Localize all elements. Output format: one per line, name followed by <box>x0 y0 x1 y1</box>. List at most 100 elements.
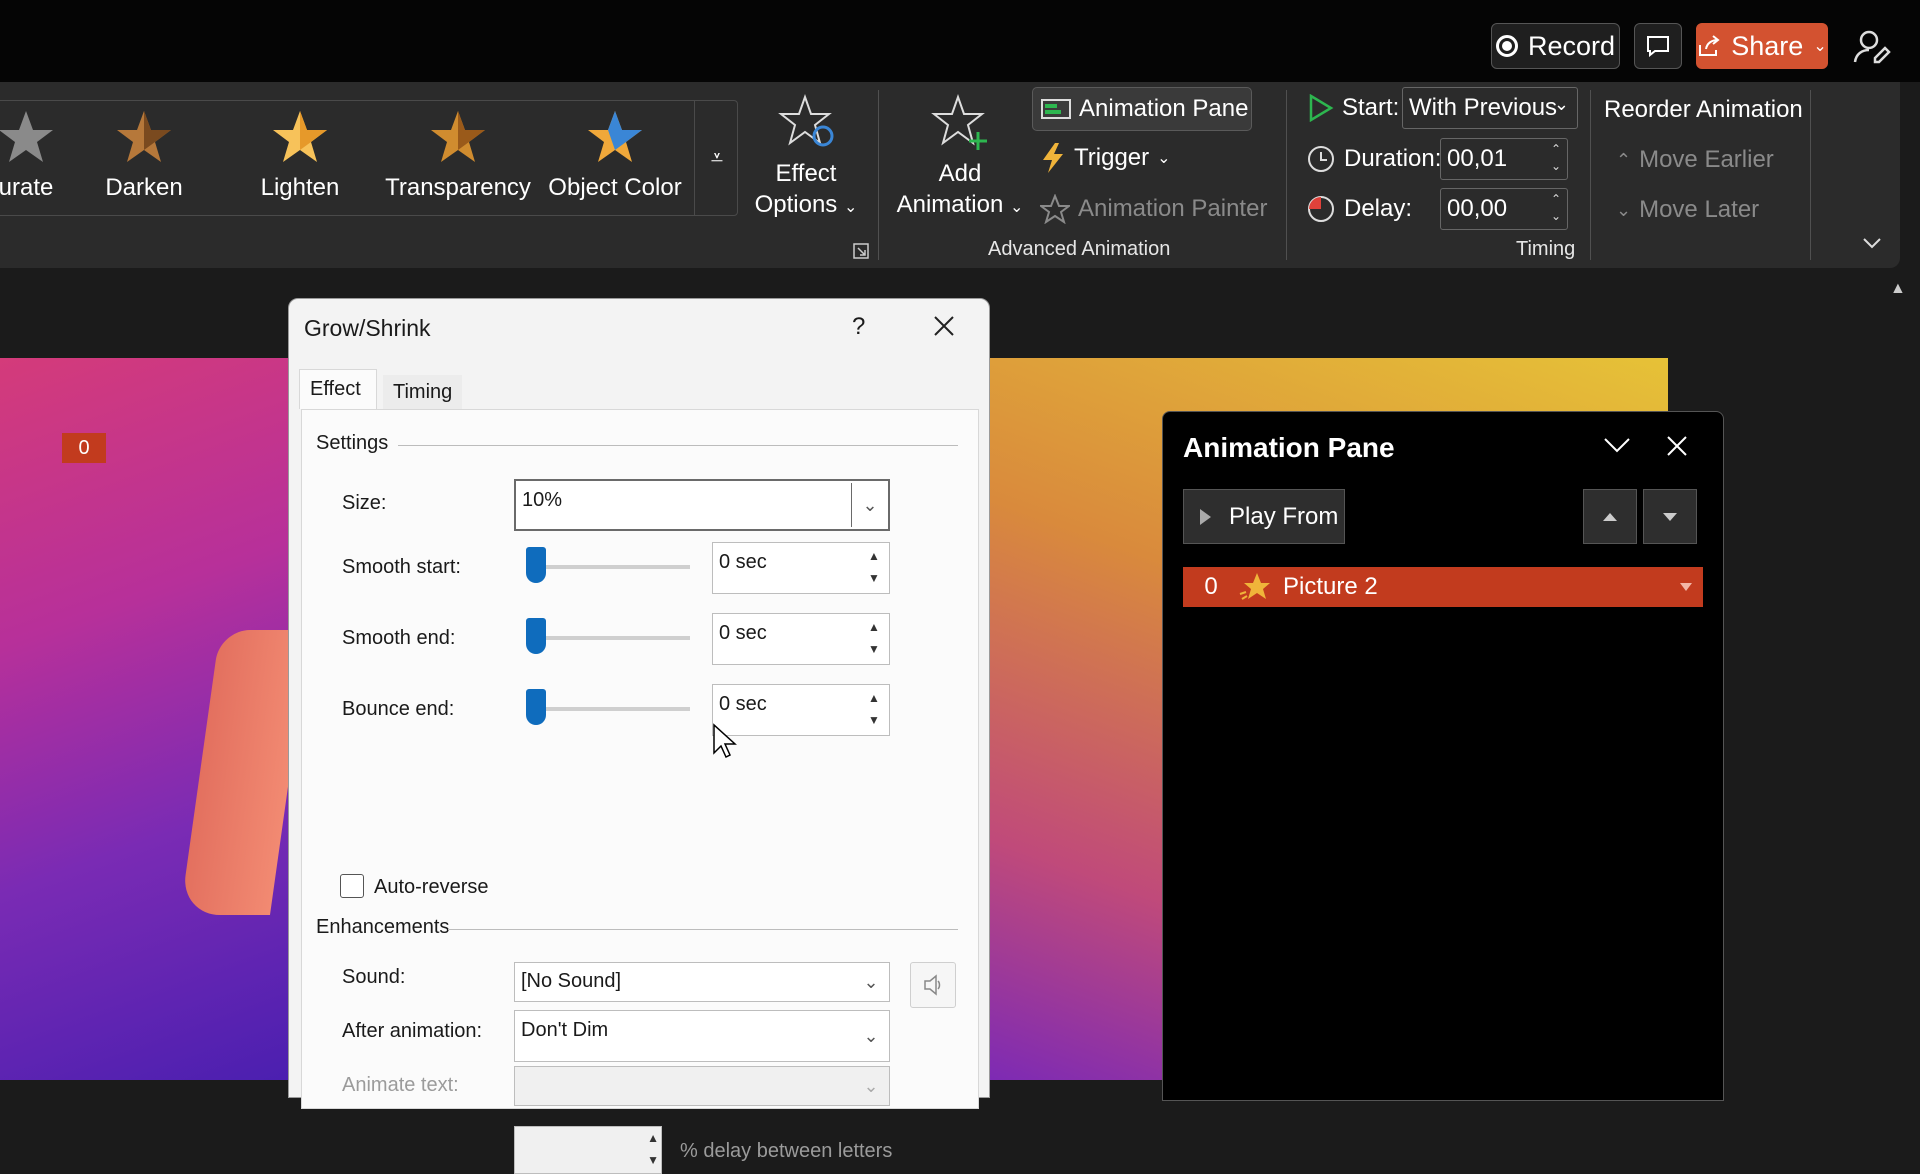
animation-pane: Animation Pane Play From 0 Picture 2 <box>1162 411 1724 1101</box>
add-animation-button[interactable]: Add Animation ⌄ <box>890 158 1030 223</box>
play-from-button[interactable]: Play From <box>1183 489 1345 544</box>
lightning-icon <box>1043 143 1063 173</box>
auto-reverse-checkbox[interactable] <box>340 874 364 898</box>
animation-pane-button[interactable]: Animation Pane <box>1032 87 1252 131</box>
animation-pane-icon <box>1041 99 1071 119</box>
group-label-timing: Timing <box>1516 238 1576 260</box>
delay-between-letters-label: % delay between letters <box>680 1140 893 1162</box>
sound-volume-button[interactable] <box>910 962 956 1008</box>
move-later-button[interactable]: ⌄ Move Later <box>1616 196 1759 224</box>
comments-button[interactable] <box>1634 23 1682 69</box>
gallery-item-label: Lighten <box>260 174 340 201</box>
delay-spinner[interactable]: 00,00 ⌃ ⌄ <box>1440 188 1568 230</box>
start-value: With Previous <box>1409 94 1558 121</box>
tab-effect[interactable]: Effect <box>299 369 377 409</box>
record-label: Record <box>1527 30 1616 61</box>
sound-dropdown[interactable]: [No Sound] ⌄ <box>514 962 890 1002</box>
record-button[interactable]: Record <box>1491 23 1620 69</box>
animation-painter-button[interactable]: Animation Painter <box>1040 194 1267 224</box>
share-icon <box>1699 35 1720 56</box>
sound-value: [No Sound] <box>521 970 622 992</box>
sound-label: Sound: <box>342 966 406 988</box>
chevron-down-icon[interactable]: ⌄ <box>853 963 889 1001</box>
duration-spinner[interactable]: 00,01 ⌃ ⌄ <box>1440 138 1568 180</box>
share-button[interactable]: Share ⌄ <box>1696 23 1828 69</box>
spinner-arrows-icon[interactable]: ⌃ ⌄ <box>1551 191 1561 225</box>
animate-text-dropdown[interactable]: ⌄ <box>514 1066 890 1106</box>
group-divider <box>878 90 879 260</box>
gallery-item-label: Transparency <box>385 174 531 201</box>
bounce-end-slider[interactable] <box>526 689 690 725</box>
gallery-item-transparency[interactable]: Transparency <box>385 108 531 208</box>
spinner-arrows-icon[interactable]: ▲ ▼ <box>647 1127 659 1171</box>
close-icon[interactable] <box>929 311 959 341</box>
move-earlier-button[interactable]: ⌃ Move Earlier <box>1616 146 1774 174</box>
gallery-item-label: Object Color <box>548 174 682 201</box>
dialog-title: Grow/Shrink <box>304 315 431 341</box>
chevron-down-icon[interactable]: ⌄ <box>852 481 888 529</box>
duration-label-group: Duration: <box>1306 144 1441 174</box>
auto-reverse-label: Auto-reverse <box>374 876 489 898</box>
add-animation-label-line2: Animation <box>896 191 1004 218</box>
gallery-item-label: Darken <box>105 174 183 201</box>
animation-pane-label: Animation Pane <box>1079 95 1249 122</box>
more-arrow-icon: ⩡ <box>710 145 724 170</box>
smooth-start-spinner[interactable]: 0 sec ▲ ▼ <box>712 542 890 594</box>
animation-order-tag[interactable]: 0 <box>62 433 106 463</box>
spinner-arrows-icon[interactable]: ▲ ▼ <box>861 545 887 589</box>
dialog-launcher-icon[interactable] <box>853 243 869 259</box>
slider-thumb[interactable] <box>526 547 546 583</box>
move-later-label: Move Later <box>1639 196 1760 223</box>
smooth-end-spinner[interactable]: 0 sec ▲ ▼ <box>712 613 890 665</box>
trigger-button[interactable]: Trigger ⌄ <box>1040 142 1171 174</box>
item-dropdown-icon[interactable] <box>1679 582 1693 592</box>
slider-thumb[interactable] <box>526 689 546 725</box>
trigger-label: Trigger <box>1074 144 1150 171</box>
effect-options-label-line1: Effect <box>775 160 837 187</box>
gallery-more-button[interactable]: ⩡ <box>694 100 739 216</box>
slider-thumb[interactable] <box>526 618 546 654</box>
animation-pane-title: Animation Pane <box>1183 432 1395 463</box>
spinner-arrows-icon[interactable]: ▲ ▼ <box>861 687 887 731</box>
record-icon <box>1495 35 1518 57</box>
spinner-arrows-icon[interactable]: ▲ ▼ <box>861 616 887 660</box>
animation-painter-icon <box>1040 194 1070 224</box>
collapse-ribbon-icon[interactable] <box>1862 236 1882 250</box>
chevron-down-icon[interactable]: ⌄ <box>853 1011 889 1061</box>
group-divider <box>1810 90 1811 260</box>
star-icon <box>588 111 642 162</box>
scroll-up-icon[interactable]: ▲ <box>1890 280 1906 298</box>
triangle-down-icon <box>1663 512 1677 521</box>
smooth-end-label: Smooth end: <box>342 627 456 649</box>
smooth-start-slider[interactable] <box>526 547 690 583</box>
start-dropdown[interactable]: With Previous ⌄ <box>1402 87 1578 129</box>
chevron-down-icon[interactable] <box>1603 436 1631 454</box>
comment-icon <box>1647 36 1669 57</box>
gallery-item-lighten[interactable]: Lighten <box>250 108 350 208</box>
size-dropdown[interactable]: 10% ⌄ <box>514 479 890 531</box>
effect-options-button[interactable]: Effect Options ⌄ <box>742 158 870 223</box>
add-animation-icon <box>931 94 987 150</box>
coauthor-icon[interactable] <box>1853 28 1893 64</box>
move-down-button[interactable] <box>1643 489 1697 544</box>
spinner-arrows-icon[interactable]: ⌃ ⌄ <box>1551 141 1561 175</box>
animation-painter-label: Animation Painter <box>1078 195 1268 222</box>
after-animation-dropdown[interactable]: Don't Dim ⌄ <box>514 1010 890 1062</box>
smooth-start-label: Smooth start: <box>342 556 461 578</box>
gallery-item-desaturate[interactable]: urate <box>0 108 66 208</box>
gallery-item-darken[interactable]: Darken <box>94 108 194 208</box>
chevron-down-icon: ⌄ <box>863 1075 879 1096</box>
tab-timing[interactable]: Timing <box>383 375 463 409</box>
mouse-cursor-icon <box>713 723 737 759</box>
title-bar: Record Share ⌄ <box>0 0 1920 82</box>
chevron-down-icon: ⌄ <box>1813 38 1827 55</box>
bounce-end-spinner[interactable]: 0 sec ▲ ▼ <box>712 684 890 736</box>
move-up-button[interactable] <box>1583 489 1637 544</box>
help-button[interactable]: ? <box>852 313 865 341</box>
letter-delay-spinner[interactable]: ▲ ▼ <box>514 1126 662 1174</box>
smooth-end-slider[interactable] <box>526 618 690 654</box>
close-icon[interactable] <box>1665 434 1689 458</box>
animation-list-item[interactable]: 0 Picture 2 <box>1183 567 1703 607</box>
after-animation-label: After animation: <box>342 1020 483 1042</box>
gallery-item-object-color[interactable]: Object Color <box>548 108 682 208</box>
